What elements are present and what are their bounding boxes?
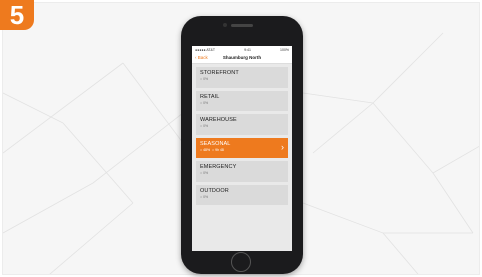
back-button[interactable]: ‹ Back xyxy=(195,53,208,63)
battery-level: 100% xyxy=(280,47,289,52)
list-item-label: RETAIL xyxy=(200,93,220,100)
phone-screen: ●●●●● AT&T 9:41 100% ‹ Back Shaumburg No… xyxy=(192,46,292,251)
status-bar: ●●●●● AT&T 9:41 100% xyxy=(192,46,292,53)
list-item-retail[interactable]: RETAIL ○ 0% xyxy=(196,90,288,111)
list-item-meta: ○ 0% xyxy=(200,171,209,175)
list-item-label: WAREHOUSE xyxy=(200,117,237,123)
list-item-label: STOREFRONT xyxy=(200,70,239,76)
list-item-warehouse[interactable]: WAREHOUSE ○ 0% xyxy=(196,114,288,135)
speaker-grille xyxy=(231,24,253,27)
status-time: 9:41 xyxy=(244,47,251,52)
chevron-right-icon: › xyxy=(281,141,284,152)
list-item-meta: ○ 0% xyxy=(200,194,209,199)
list-item-meta: ○ 48% ○ 9h 48 xyxy=(200,147,224,152)
list-item-emergency[interactable]: EMERGENCY ○ 0% xyxy=(196,161,288,182)
camera-icon xyxy=(223,23,227,27)
phone-device: ●●●●● AT&T 9:41 100% ‹ Back Shaumburg No… xyxy=(181,16,303,274)
step-badge: 5 xyxy=(0,0,34,30)
list-item-seasonal[interactable]: SEASONAL ○ 48% ○ 9h 48 › xyxy=(196,137,288,158)
list-item-meta: ○ 0% xyxy=(200,100,209,105)
nav-bar: ‹ Back Shaumburg North xyxy=(192,53,292,64)
list-item-label: EMERGENCY xyxy=(200,164,237,170)
list-item-label: SEASONAL xyxy=(200,140,231,147)
home-button xyxy=(231,252,251,272)
location-list: STOREFRONT ○ 0% RETAIL ○ 0% WAREHOUSE ○ … xyxy=(192,64,292,211)
list-item-storefront[interactable]: STOREFRONT ○ 0% xyxy=(196,67,288,88)
list-item-label: OUTDOOR xyxy=(200,187,229,194)
list-item-outdoor[interactable]: OUTDOOR ○ 0% xyxy=(196,184,288,205)
carrier-signal: ●●●●● AT&T xyxy=(195,47,216,52)
list-item-meta: ○ 0% xyxy=(200,124,209,128)
list-item-meta: ○ 0% xyxy=(200,77,209,81)
